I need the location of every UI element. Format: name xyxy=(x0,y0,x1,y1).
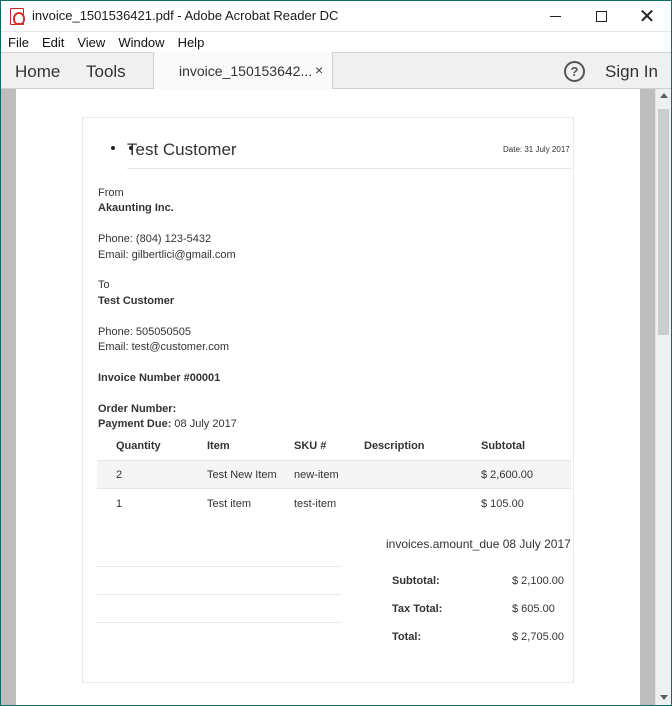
right-gutter xyxy=(640,89,655,705)
header-divider xyxy=(127,168,571,169)
to-phone: Phone: 505050505 xyxy=(98,326,191,338)
total-label: Total: xyxy=(392,631,422,643)
to-email: Email: test@customer.com xyxy=(98,341,229,353)
row1-sku: new-item xyxy=(294,469,339,481)
menu-edit[interactable]: Edit xyxy=(42,35,64,50)
payment-due: Payment Due: 08 July 2017 xyxy=(98,418,237,430)
to-name: Test Customer xyxy=(98,295,175,307)
col-sku: SKU # xyxy=(294,440,327,452)
invoice-date: Date: 31 July 2017 xyxy=(503,145,570,154)
document-tab[interactable]: invoice_150153642... × xyxy=(153,52,333,90)
document-viewer: Test Customer Date: 31 July 2017 From Ak… xyxy=(1,89,671,705)
row2-sku: test-item xyxy=(294,498,337,510)
invoice-number: Invoice Number #00001 xyxy=(98,372,221,384)
window-title: invoice_1501536421.pdf - Adobe Acrobat R… xyxy=(32,8,339,23)
tax-total-value: $ 605.00 xyxy=(512,603,555,615)
total-value: $ 2,705.00 xyxy=(512,631,564,643)
from-email: Email: gilbertlici@gmail.com xyxy=(98,249,236,261)
col-description: Description xyxy=(364,440,425,452)
notes-line xyxy=(97,566,341,567)
close-window-button[interactable]: ✕ xyxy=(624,1,670,32)
menu-help[interactable]: Help xyxy=(178,35,205,50)
subtotal-value: $ 2,100.00 xyxy=(512,575,564,587)
close-icon: ✕ xyxy=(638,5,656,28)
row2-subtotal: $ 105.00 xyxy=(481,498,524,510)
from-label: From xyxy=(98,187,124,199)
scroll-down-arrow-icon[interactable] xyxy=(660,695,668,700)
menu-view[interactable]: View xyxy=(77,35,105,50)
col-subtotal: Subtotal xyxy=(481,440,525,452)
pdf-file-icon xyxy=(10,8,25,25)
to-label: To xyxy=(98,279,110,291)
home-tab[interactable]: Home xyxy=(15,62,60,82)
document-tab-label: invoice_150153642... xyxy=(179,63,313,79)
notes-line xyxy=(97,622,341,623)
invoice-customer-title: Test Customer xyxy=(127,140,237,159)
minimize-icon xyxy=(549,16,561,17)
from-phone: Phone: (804) 123-5432 xyxy=(98,233,212,245)
row1-subtotal: $ 2,600.00 xyxy=(481,469,533,481)
row2-item: Test item xyxy=(207,498,252,510)
vertical-scrollbar[interactable] xyxy=(655,89,671,705)
pdf-page: Test Customer Date: 31 July 2017 From Ak… xyxy=(16,89,640,705)
order-number-label: Order Number: xyxy=(98,403,177,415)
payment-due-value: 08 July 2017 xyxy=(174,418,237,430)
payment-due-label: Payment Due: xyxy=(98,418,172,430)
amount-due-text: invoices.amount_due 08 July 2017 xyxy=(386,537,571,551)
row1-item: Test New Item xyxy=(207,469,277,481)
sign-in-button[interactable]: Sign In xyxy=(605,62,658,82)
title-bar: invoice_1501536421.pdf - Adobe Acrobat R… xyxy=(1,1,671,32)
minimize-button[interactable] xyxy=(532,1,578,32)
scroll-up-arrow-icon[interactable] xyxy=(660,93,668,98)
tools-tab[interactable]: Tools xyxy=(86,62,126,82)
col-item: Item xyxy=(207,440,230,452)
notes-line xyxy=(97,594,341,595)
invoice-page: Test Customer Date: 31 July 2017 From Ak… xyxy=(82,117,574,683)
menu-bar: File Edit View Window Help xyxy=(1,32,671,52)
row2-quantity: 1 xyxy=(116,498,123,510)
subtotal-label: Subtotal: xyxy=(392,575,440,587)
close-tab-icon[interactable]: × xyxy=(315,62,323,78)
maximize-button[interactable] xyxy=(578,1,624,32)
col-quantity: Quantity xyxy=(116,440,161,452)
from-company: Akaunting Inc. xyxy=(98,202,174,214)
acrobat-window: invoice_1501536421.pdf - Adobe Acrobat R… xyxy=(0,0,672,706)
tax-total-label: Tax Total: xyxy=(392,603,443,615)
row1-quantity: 2 xyxy=(116,469,123,481)
toolbar: Home Tools invoice_150153642... × ? Sign… xyxy=(1,52,671,90)
maximize-icon xyxy=(595,11,607,22)
menu-window[interactable]: Window xyxy=(118,35,164,50)
scroll-thumb[interactable] xyxy=(658,109,669,335)
bullet-icon xyxy=(111,146,115,150)
help-icon[interactable]: ? xyxy=(564,61,585,82)
menu-file[interactable]: File xyxy=(8,35,29,50)
left-gutter xyxy=(1,89,16,705)
